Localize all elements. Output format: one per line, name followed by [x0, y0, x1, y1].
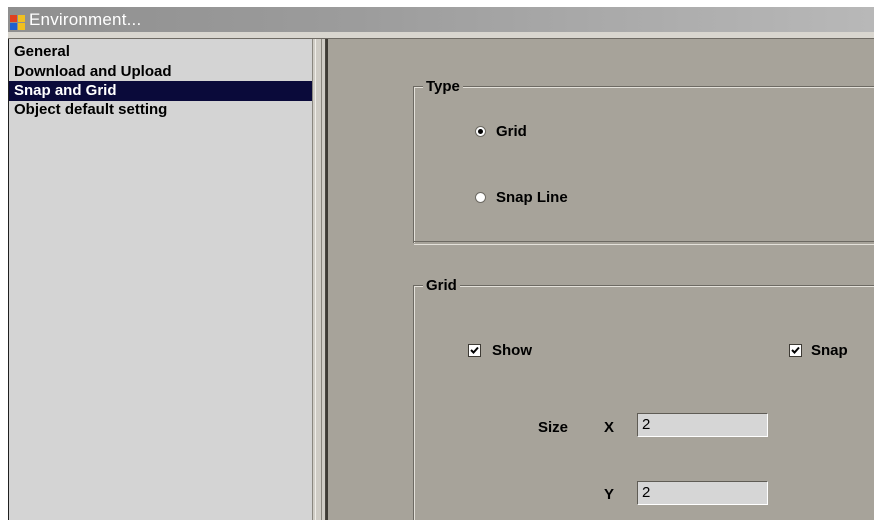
- nav-item-download-upload[interactable]: Download and Upload: [9, 62, 312, 82]
- snap-line-radio-label[interactable]: Snap Line: [496, 189, 568, 207]
- window-title-bar[interactable]: Environment...: [8, 7, 874, 32]
- type-group-label: Type: [423, 78, 463, 96]
- nav-item-snap-and-grid[interactable]: Snap and Grid: [9, 81, 312, 101]
- window-top-edge: [8, 32, 874, 39]
- grid-group-label: Grid: [423, 277, 460, 295]
- show-grid-label[interactable]: Show: [492, 342, 532, 360]
- size-x-label: X: [604, 419, 615, 436]
- size-y-input[interactable]: 2: [637, 481, 768, 505]
- checkmark-icon: [791, 346, 800, 354]
- checkmark-icon: [470, 346, 479, 354]
- grid-radio-label[interactable]: Grid: [496, 123, 527, 141]
- nav-item-general[interactable]: General: [9, 42, 312, 62]
- grid-radio[interactable]: [475, 126, 486, 137]
- panel-splitter[interactable]: [312, 39, 326, 520]
- type-group-box: [413, 86, 874, 243]
- nav-item-object-default-setting[interactable]: Object default setting: [9, 100, 312, 120]
- snap-line-radio[interactable]: [475, 192, 486, 203]
- size-y-label: Y: [604, 486, 615, 503]
- settings-category-list[interactable]: General Download and Upload Snap and Gri…: [8, 39, 313, 520]
- application-icon: [10, 12, 25, 30]
- snap-grid-label[interactable]: Snap: [811, 342, 848, 360]
- show-grid-checkbox[interactable]: [468, 344, 481, 357]
- window-title: Environment...: [29, 10, 142, 29]
- size-x-input[interactable]: 2: [637, 413, 768, 437]
- type-group-bottom-edge: [414, 241, 874, 245]
- snap-grid-checkbox[interactable]: [789, 344, 802, 357]
- size-label: Size: [538, 419, 569, 436]
